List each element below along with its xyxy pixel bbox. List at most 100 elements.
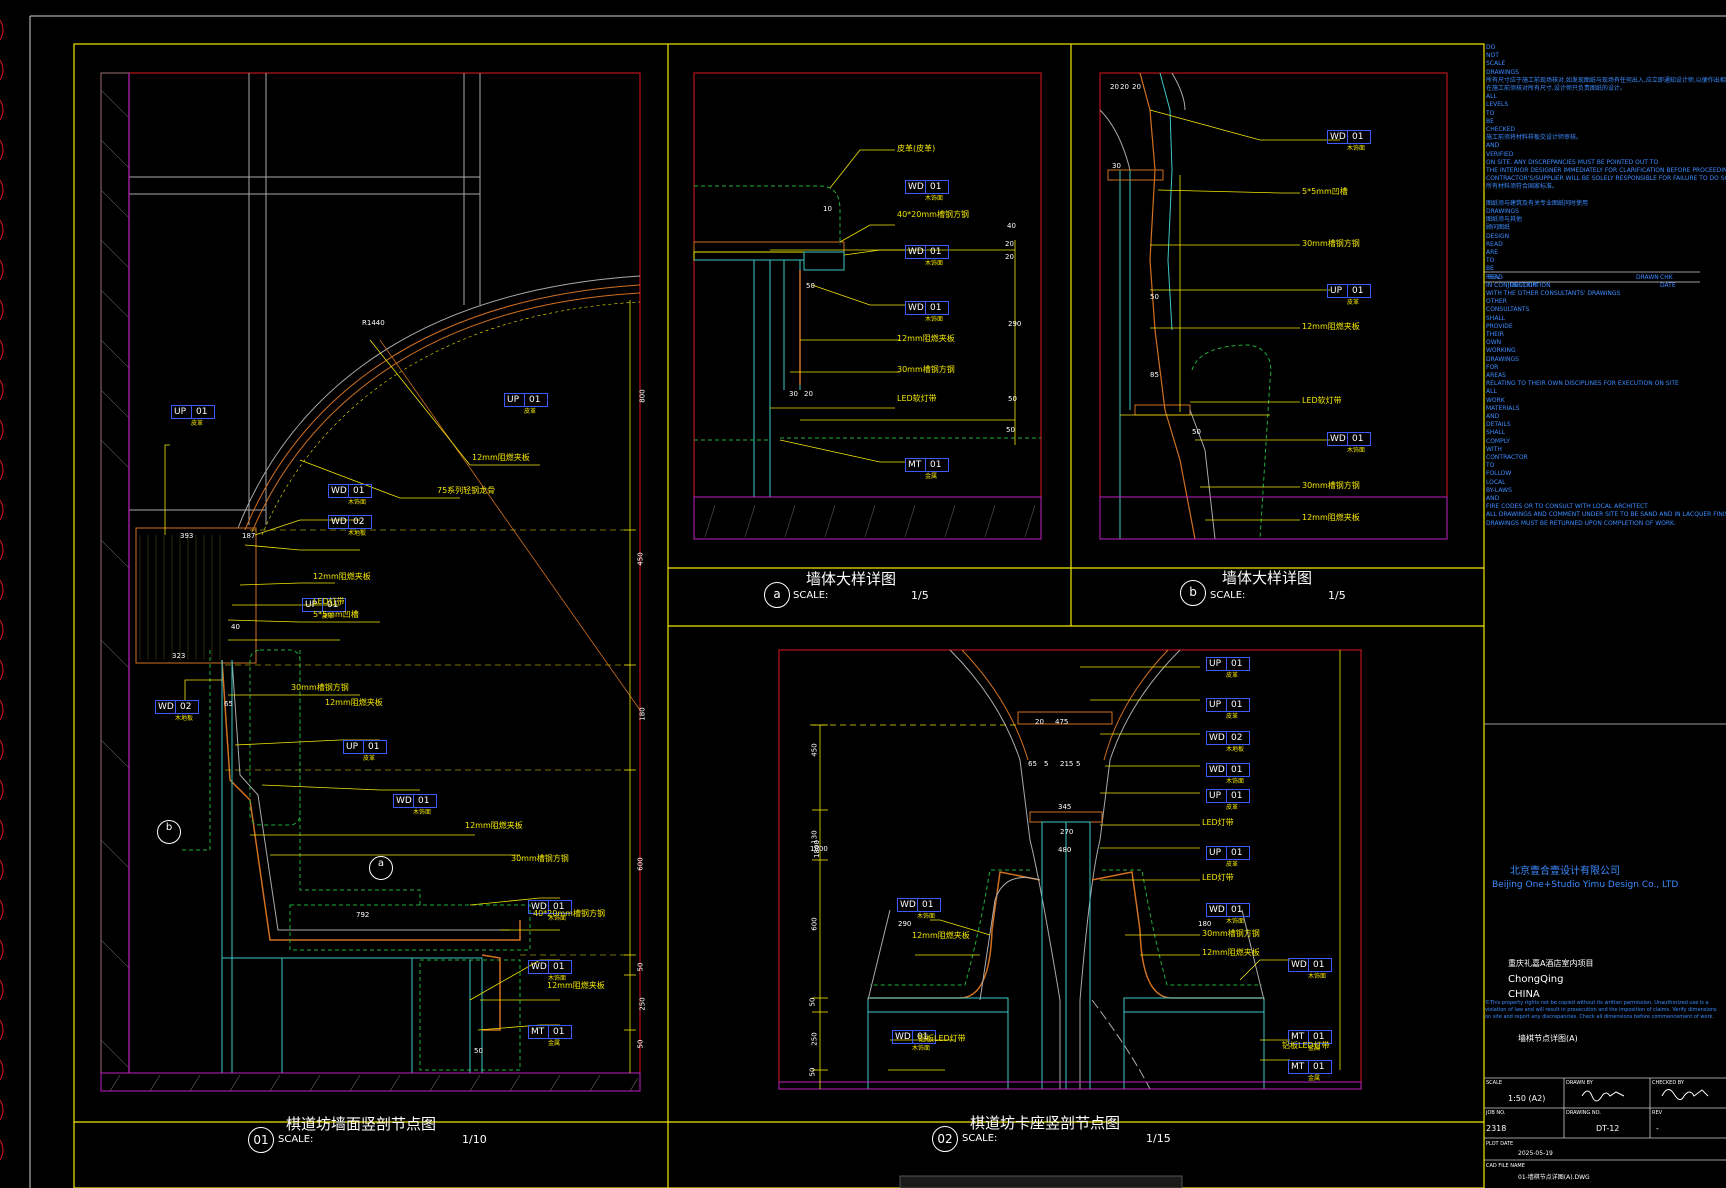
material-tag-wd: WD 02 <box>155 700 199 714</box>
material-tag-description: 皮革 <box>191 420 204 427</box>
material-tag-description: 木地板 <box>175 715 194 722</box>
callout-12mm-board: 12mm阻燃夹板 <box>912 931 970 940</box>
sheet-01-scale-label: SCALE: <box>278 1134 314 1145</box>
cad-drawing-canvas[interactable] <box>0 0 1726 1188</box>
dimension-label: 800 <box>638 389 647 403</box>
dimension-label: 475 <box>1055 718 1069 726</box>
dimension-label: 20 <box>1005 240 1014 248</box>
material-tag-code: UP <box>174 407 187 417</box>
callout-30mm-steel: 30mm槽钢方钢 <box>897 365 955 374</box>
callout-12mm-board: 12mm阻燃夹板 <box>313 572 371 581</box>
material-tag-number: 01 <box>930 303 942 313</box>
material-tag-number: 01 <box>529 395 541 405</box>
dimension-label: R1440 <box>362 319 385 327</box>
material-tag-number: 01 <box>930 247 942 257</box>
material-tag-code: MT <box>1291 1062 1305 1072</box>
title-block-frame <box>1484 271 1726 1161</box>
dimension-label: 1800 <box>812 840 821 858</box>
detail-b-scale-label: SCALE: <box>1210 590 1246 601</box>
material-tag-number: 01 <box>553 962 565 972</box>
dimension-label: 290 <box>898 920 912 928</box>
material-tag-number: 01 <box>930 460 942 470</box>
dimension-label: 50 <box>1150 293 1159 301</box>
material-tag-code: MT <box>531 1027 545 1037</box>
material-tag-description: 木饰面 <box>925 316 944 323</box>
material-tag-number: 01 <box>1352 434 1364 444</box>
material-tag-number: 01 <box>1231 848 1243 858</box>
material-tag-description: 金属 <box>548 1040 561 1047</box>
material-tag-code: UP <box>1209 659 1222 669</box>
dimension-label: 180 <box>1198 920 1212 928</box>
material-tag-wd: WD 01 <box>905 301 949 315</box>
dimension-label: 85 <box>1150 371 1159 379</box>
dimension-label: 20 <box>1005 253 1014 261</box>
material-tag-description: 皮革 <box>1226 672 1239 679</box>
tb-plot-label: PLOT DATE <box>1486 1141 1514 1147</box>
callout-5x5-groove: 5*5mm凹槽 <box>313 610 359 619</box>
callout-30mm-steel: 30mm槽钢方钢 <box>1302 481 1360 490</box>
material-tag-code: WD <box>908 303 924 313</box>
sheet-02-scale-label: SCALE: <box>962 1133 998 1144</box>
section-marker-b: b <box>157 820 181 844</box>
dimension-label: 5 <box>1076 760 1081 768</box>
material-tag-code: WD <box>1330 434 1346 444</box>
tb-drawing-label: DRAWING NO. <box>1566 1110 1601 1116</box>
material-tag-description: 金属 <box>1308 1075 1321 1082</box>
material-tag-number: 02 <box>180 702 192 712</box>
material-tag-wd: WD 01 <box>905 180 949 194</box>
material-tag-wd: WD 01 <box>1206 903 1250 917</box>
callout-12mm-board: 12mm阻燃夹板 <box>547 981 605 990</box>
detail-b-badge: b <box>1180 580 1206 606</box>
material-tag-code: UP <box>1209 700 1222 710</box>
callout-leather: 皮革(皮革) <box>897 144 936 153</box>
material-tag-number: 01 <box>930 182 942 192</box>
drawing-name-cn: 墙棋节点详图(A) <box>1518 1034 1578 1043</box>
company-name-cn: 北京壹合壹设计有限公司 <box>1510 866 1620 877</box>
general-note-line: 所有材料须符合国家标准。 <box>1486 183 1559 191</box>
section-02-drawing <box>778 649 1362 1090</box>
material-tag-wd: WD 01 <box>1327 130 1371 144</box>
dimension-label: 30 <box>1112 162 1121 170</box>
material-tag-description: 皮革 <box>524 408 537 415</box>
material-tag-up: UP 01 <box>171 405 215 419</box>
material-tag-number: 02 <box>353 517 365 527</box>
material-tag-description: 木饰面 <box>1226 918 1245 925</box>
material-tag-description: 木地板 <box>348 530 367 537</box>
sheet-01-scale-value: 1/10 <box>462 1133 487 1146</box>
dimension-label: 50 <box>808 997 817 1007</box>
dimension-label: 50 <box>636 962 645 972</box>
material-tag-wd: WD 01 <box>393 794 437 808</box>
material-tag-description: 皮革 <box>1347 299 1360 306</box>
material-tag-description: 金属 <box>925 473 938 480</box>
material-tag-code: UP <box>1209 848 1222 858</box>
material-tag-number: 01 <box>1231 765 1243 775</box>
material-tag-description: 木饰面 <box>348 499 367 506</box>
material-tag-number: 01 <box>1231 700 1243 710</box>
material-tag-mt: MT 01 <box>905 458 949 472</box>
material-tag-description: 木饰面 <box>917 913 936 920</box>
callout-12mm-board: 12mm阻燃夹板 <box>1302 322 1360 331</box>
general-note-line: 在施工前须核对所有尺寸,设计师只负责图纸的设计。 <box>1486 85 1626 92</box>
material-tag-wd: WD 01 <box>528 960 572 974</box>
dimension-label: 20 <box>804 390 813 398</box>
material-tag-description: 皮革 <box>1226 804 1239 811</box>
detail-a-title: 墙体大样详图 <box>806 570 897 588</box>
dimension-label: 450 <box>636 552 645 566</box>
sheet-02-scale-value: 1/15 <box>1146 1132 1171 1145</box>
callout-12mm-board: 12mm阻燃夹板 <box>1302 513 1360 522</box>
material-tag-up: UP 01 <box>1206 698 1250 712</box>
material-tag-description: 木饰面 <box>925 195 944 202</box>
dimension-label: 250 <box>638 997 647 1011</box>
general-note-line: 施工前须将材料样板交设计师审核。 <box>1486 134 1583 142</box>
material-tag-number: 01 <box>196 407 208 417</box>
dimension-label: 50 <box>1006 426 1015 434</box>
callout-5x5-groove: 5*5mm凹槽 <box>1302 187 1348 196</box>
material-tag-wd: WD 01 <box>905 245 949 259</box>
callout-aluminum-led: 铝板LED灯带 <box>1282 1041 1330 1050</box>
callout-12mm-board: 12mm阻燃夹板 <box>465 821 523 830</box>
callout-12mm-board: 12mm阻燃夹板 <box>472 453 530 462</box>
dimension-label: 215 <box>1060 760 1074 768</box>
material-tag-mt: MT 01 <box>528 1025 572 1039</box>
material-tag-up: UP 01 <box>1327 284 1371 298</box>
material-tag-code: WD <box>1291 960 1307 970</box>
